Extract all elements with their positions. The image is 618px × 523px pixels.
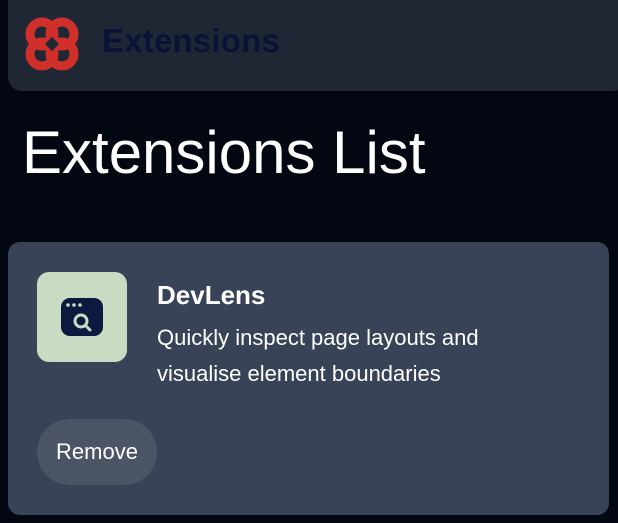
- clover-logo-icon: [22, 14, 82, 74]
- brand-title: Extensions: [102, 22, 281, 59]
- remove-button[interactable]: Remove: [37, 419, 157, 485]
- extension-description: Quickly inspect page layouts and visuali…: [157, 325, 479, 386]
- extension-icon-tile: [37, 272, 127, 362]
- page-title: Extensions List: [22, 119, 426, 186]
- browser-search-icon: [61, 298, 103, 336]
- extension-name: DevLens: [157, 280, 266, 310]
- extension-card: DevLens Quickly inspect page layouts and…: [8, 242, 609, 515]
- app-header: Extensions: [8, 0, 618, 91]
